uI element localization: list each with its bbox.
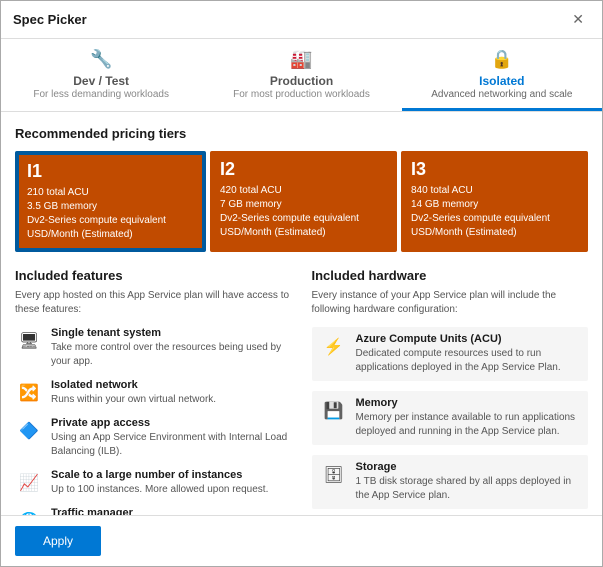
feature-desc-1: Runs within your own virtual network. [51,393,216,407]
production-tab-icon: 🏭 [290,49,312,70]
hardware-text-2: Storage 1 TB disk storage shared by all … [356,461,581,503]
dev-test-tab-icon: 🔧 [90,49,112,70]
tabs-row: 🔧 Dev / Test For less demanding workload… [1,39,602,112]
tier-badge-i1: I1 [27,161,194,182]
tier-badge-i2: I2 [220,159,387,180]
pricing-title: Recommended pricing tiers [15,126,588,141]
tier-detail-i1: 210 total ACU3.5 GB memoryDv2-Series com… [27,186,194,242]
window-title: Spec Picker [13,12,87,27]
tab-dev-test[interactable]: 🔧 Dev / Test For less demanding workload… [1,39,201,111]
feature-title-1: Isolated network [51,379,216,391]
hardware-title: Included hardware [312,268,589,283]
hardware-item-1: 💾 Memory Memory per instance available t… [312,391,589,445]
hardware-icon-0: ⚡ [320,333,348,361]
production-tab-label: Production [270,74,333,88]
close-button[interactable]: ✕ [566,9,590,30]
tier-card-i2[interactable]: I2 420 total ACU7 GB memoryDv2-Series co… [210,151,397,252]
features-description: Every app hosted on this App Service pla… [15,289,292,317]
feature-item-1: 🔀 Isolated network Runs within your own … [15,379,292,407]
title-bar: Spec Picker ✕ [1,1,602,39]
feature-desc-2: Using an App Service Environment with In… [51,431,292,459]
feature-icon-0: 🖥 [15,327,43,355]
tier-badge-i3: I3 [411,159,578,180]
feature-title-4: Traffic manager [51,507,292,515]
feature-icon-4: 🌐 [15,507,43,515]
main-content: Recommended pricing tiers I1 210 total A… [1,112,602,515]
feature-title-2: Private app access [51,417,292,429]
spec-picker-window: Spec Picker ✕ 🔧 Dev / Test For less dema… [0,0,603,567]
hardware-col: Included hardware Every instance of your… [312,268,589,515]
features-col: Included features Every app hosted on th… [15,268,292,515]
tier-card-i1[interactable]: I1 210 total ACU3.5 GB memoryDv2-Series … [15,151,206,252]
isolated-tab-sublabel: Advanced networking and scale [431,89,572,100]
hardware-desc-2: 1 TB disk storage shared by all apps dep… [356,475,581,503]
hardware-title-2: Storage [356,461,581,473]
hardware-title-0: Azure Compute Units (ACU) [356,333,581,345]
feature-icon-1: 🔀 [15,379,43,407]
feature-text-2: Private app access Using an App Service … [51,417,292,459]
feature-text-3: Scale to a large number of instances Up … [51,469,268,497]
feature-desc-3: Up to 100 instances. More allowed upon r… [51,483,268,497]
hardware-text-0: Azure Compute Units (ACU) Dedicated comp… [356,333,581,375]
hardware-icon-1: 💾 [320,397,348,425]
feature-item-0: 🖥 Single tenant system Take more control… [15,327,292,369]
apply-button[interactable]: Apply [15,526,101,556]
feature-icon-2: 🔷 [15,417,43,445]
isolated-tab-icon: 🔒 [491,49,513,70]
feature-desc-0: Take more control over the resources bei… [51,341,292,369]
pricing-section: Recommended pricing tiers I1 210 total A… [15,126,588,252]
feature-title-0: Single tenant system [51,327,292,339]
feature-title-3: Scale to a large number of instances [51,469,268,481]
feature-text-1: Isolated network Runs within your own vi… [51,379,216,407]
dev-test-tab-label: Dev / Test [73,74,129,88]
tier-detail-i3: 840 total ACU14 GB memoryDv2-Series comp… [411,184,578,240]
feature-icon-3: 📈 [15,469,43,497]
feature-item-4: 🌐 Traffic manager Improve performance an… [15,507,292,515]
features-list: 🖥 Single tenant system Take more control… [15,327,292,515]
hardware-item-2: 🗄 Storage 1 TB disk storage shared by al… [312,455,589,509]
hardware-title-1: Memory [356,397,581,409]
hardware-list: ⚡ Azure Compute Units (ACU) Dedicated co… [312,327,589,509]
footer: Apply [1,515,602,566]
dev-test-tab-sublabel: For less demanding workloads [33,89,169,100]
tab-isolated[interactable]: 🔒 Isolated Advanced networking and scale [402,39,602,111]
production-tab-sublabel: For most production workloads [233,89,370,100]
pricing-tiers: I1 210 total ACU3.5 GB memoryDv2-Series … [15,151,588,252]
features-title: Included features [15,268,292,283]
tab-production[interactable]: 🏭 Production For most production workloa… [201,39,401,111]
feature-item-3: 📈 Scale to a large number of instances U… [15,469,292,497]
hardware-text-1: Memory Memory per instance available to … [356,397,581,439]
hardware-description: Every instance of your App Service plan … [312,289,589,317]
hardware-desc-1: Memory per instance available to run app… [356,411,581,439]
hardware-item-0: ⚡ Azure Compute Units (ACU) Dedicated co… [312,327,589,381]
feature-item-2: 🔷 Private app access Using an App Servic… [15,417,292,459]
hardware-icon-2: 🗄 [320,461,348,489]
hardware-desc-0: Dedicated compute resources used to run … [356,347,581,375]
features-hardware-section: Included features Every app hosted on th… [15,268,588,515]
tier-detail-i2: 420 total ACU7 GB memoryDv2-Series compu… [220,184,387,240]
feature-text-4: Traffic manager Improve performance and … [51,507,292,515]
isolated-tab-label: Isolated [479,74,524,88]
tier-card-i3[interactable]: I3 840 total ACU14 GB memoryDv2-Series c… [401,151,588,252]
feature-text-0: Single tenant system Take more control o… [51,327,292,369]
